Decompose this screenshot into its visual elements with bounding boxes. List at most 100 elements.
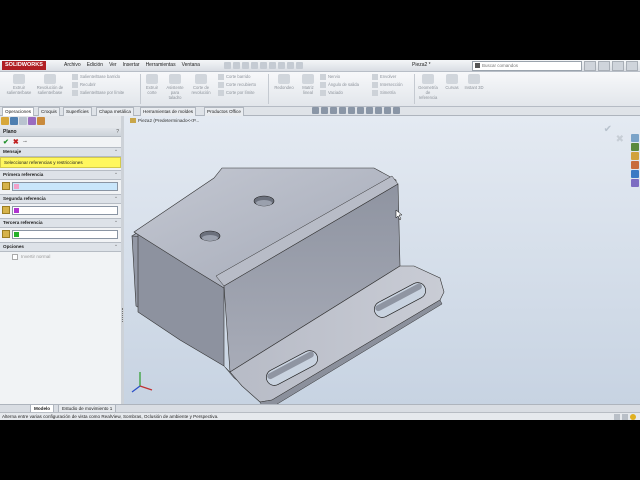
- print-icon[interactable]: [260, 62, 267, 69]
- second-reference-field[interactable]: [12, 205, 118, 215]
- appearances-icon[interactable]: [631, 170, 639, 178]
- chevron-up-icon[interactable]: ⌃: [114, 195, 118, 203]
- close-button[interactable]: [626, 61, 638, 71]
- reference-icon: [2, 182, 10, 190]
- property-manager: Plano? ✔ ✖ ⊸ Mensaje ⌃ Seleccionar refere…: [0, 116, 122, 404]
- hide-show-icon[interactable]: [366, 107, 373, 114]
- shell-button[interactable]: Vaciado: [320, 88, 343, 97]
- menu-insertar[interactable]: Insertar: [123, 60, 140, 71]
- display-manager-icon[interactable]: [37, 117, 45, 125]
- status-icons: [614, 414, 636, 420]
- tab-operaciones[interactable]: Operaciones: [2, 107, 35, 116]
- chevron-up-icon[interactable]: ⌃: [114, 171, 118, 179]
- search-commands[interactable]: Buscar comandos: [472, 61, 582, 71]
- options-icon[interactable]: [296, 62, 303, 69]
- file-explorer-icon[interactable]: [631, 152, 639, 160]
- resources-icon[interactable]: [631, 134, 639, 142]
- chevron-up-icon[interactable]: ⌃: [114, 148, 118, 156]
- tab-croquis[interactable]: Croquis: [38, 107, 60, 116]
- hole-wizard-button[interactable]: Asistente para taladro: [164, 74, 186, 100]
- reference-geometry-label: Geometría de referencia: [418, 85, 438, 100]
- quick-access-toolbar: [224, 62, 303, 69]
- undo-icon[interactable]: [269, 62, 276, 69]
- ok-check-icon[interactable]: ✔: [3, 138, 9, 146]
- rebuild-icon[interactable]: [287, 62, 294, 69]
- options-header[interactable]: Opciones ⌃: [0, 242, 121, 252]
- curves-button[interactable]: Curvas: [442, 74, 462, 90]
- help-icon[interactable]: ?: [116, 128, 119, 136]
- pushpin-icon[interactable]: ⊸: [23, 139, 27, 145]
- menu-ver[interactable]: Ver: [109, 60, 117, 71]
- confirm-cancel-icon[interactable]: ✖: [616, 134, 624, 145]
- display-style-icon[interactable]: [357, 107, 364, 114]
- confirm-check-icon[interactable]: ✔: [604, 124, 612, 135]
- flip-normal-checkbox[interactable]: Invertir normal: [0, 252, 121, 261]
- menu-archivo[interactable]: Archivo: [64, 60, 81, 71]
- pm-action-row: ✔ ✖ ⊸: [0, 137, 121, 147]
- tab-superficies[interactable]: Superficies: [63, 107, 92, 116]
- maximize-button[interactable]: [612, 61, 624, 71]
- message-header[interactable]: Mensaje ⌃: [0, 147, 121, 157]
- extruded-cut-button[interactable]: Extruir corte: [142, 74, 162, 95]
- dimxpert-icon[interactable]: [28, 117, 36, 125]
- reference-geometry-button[interactable]: Geometría de referencia: [416, 74, 440, 100]
- tab-chapa-metalica[interactable]: Chapa metálica: [96, 107, 134, 116]
- revolve-boss-button[interactable]: Revolución de saliente/base: [36, 74, 64, 95]
- new-icon[interactable]: [233, 62, 240, 69]
- boundary-boss-button[interactable]: Saliente/Base por límite: [72, 88, 124, 97]
- first-reference-row: [0, 180, 121, 192]
- design-library-icon[interactable]: [631, 143, 639, 151]
- rebuild-status-icon[interactable]: [622, 414, 628, 420]
- open-icon[interactable]: [242, 62, 249, 69]
- zoom-area-icon[interactable]: [321, 107, 328, 114]
- extrude-boss-button[interactable]: Extruir saliente/base: [6, 74, 32, 95]
- menu-edicion[interactable]: Edición: [87, 60, 103, 71]
- previous-view-icon[interactable]: [330, 107, 337, 114]
- view-orientation-icon[interactable]: [348, 107, 355, 114]
- revolved-cut-button[interactable]: Corte de revolución: [188, 74, 214, 95]
- solidworks-logo[interactable]: SOLIDWORKS: [2, 61, 46, 70]
- property-manager-icon[interactable]: [10, 117, 18, 125]
- graphics-area[interactable]: Pieza2 (Predeterminado<<P... ✔ ✖: [124, 107, 640, 404]
- view-palette-icon[interactable]: [631, 161, 639, 169]
- second-reference-header[interactable]: Segunda referencia ⌃: [0, 194, 121, 204]
- apply-scene-icon[interactable]: [384, 107, 391, 114]
- save-icon[interactable]: [251, 62, 258, 69]
- pin-icon[interactable]: [224, 62, 231, 69]
- second-reference-swatch: [14, 207, 19, 213]
- second-reference-row: [0, 204, 121, 216]
- chevron-up-icon[interactable]: ⌃: [114, 243, 118, 251]
- mirror-button[interactable]: Simetría: [372, 88, 396, 97]
- first-reference-header[interactable]: Primera referencia ⌃: [0, 170, 121, 180]
- custom-properties-icon[interactable]: [631, 179, 639, 187]
- third-reference-header[interactable]: Tercera referencia ⌃: [0, 218, 121, 228]
- cancel-x-icon[interactable]: ✖: [13, 138, 19, 146]
- chevron-up-icon[interactable]: ⌃: [114, 219, 118, 227]
- fillet-label: Redondeo: [274, 85, 294, 90]
- select-icon[interactable]: [278, 62, 285, 69]
- tab-herramientas-moldes[interactable]: Herramientas de moldes: [140, 107, 197, 116]
- zoom-fit-icon[interactable]: [312, 107, 319, 114]
- document-title: Pieza2 *: [412, 62, 431, 68]
- boundary-cut-button[interactable]: Corte por límite: [218, 88, 255, 97]
- section-view-icon[interactable]: [339, 107, 346, 114]
- fillet-icon: [278, 74, 290, 84]
- instant3d-button[interactable]: Instant 3D: [464, 74, 484, 90]
- ribbon-separator: [140, 74, 141, 104]
- part-model[interactable]: [124, 116, 640, 404]
- linear-pattern-button[interactable]: Matriz lineal: [300, 74, 316, 95]
- units-icon[interactable]: [614, 414, 620, 420]
- third-reference-field[interactable]: [12, 229, 118, 239]
- first-reference-field[interactable]: [12, 181, 118, 191]
- configuration-manager-icon[interactable]: [19, 117, 27, 125]
- view-settings-icon[interactable]: [393, 107, 400, 114]
- help-status-icon[interactable]: [630, 414, 636, 420]
- menu-herramientas[interactable]: Herramientas: [146, 60, 176, 71]
- feature-tree-icon[interactable]: [1, 117, 9, 125]
- minimize-button[interactable]: [598, 61, 610, 71]
- fillet-button[interactable]: Redondeo: [270, 74, 298, 90]
- help-icon[interactable]: [584, 61, 596, 71]
- menu-ventana[interactable]: Ventana: [182, 60, 200, 71]
- tab-productos-office[interactable]: Productos Office: [204, 107, 244, 116]
- edit-appearance-icon[interactable]: [375, 107, 382, 114]
